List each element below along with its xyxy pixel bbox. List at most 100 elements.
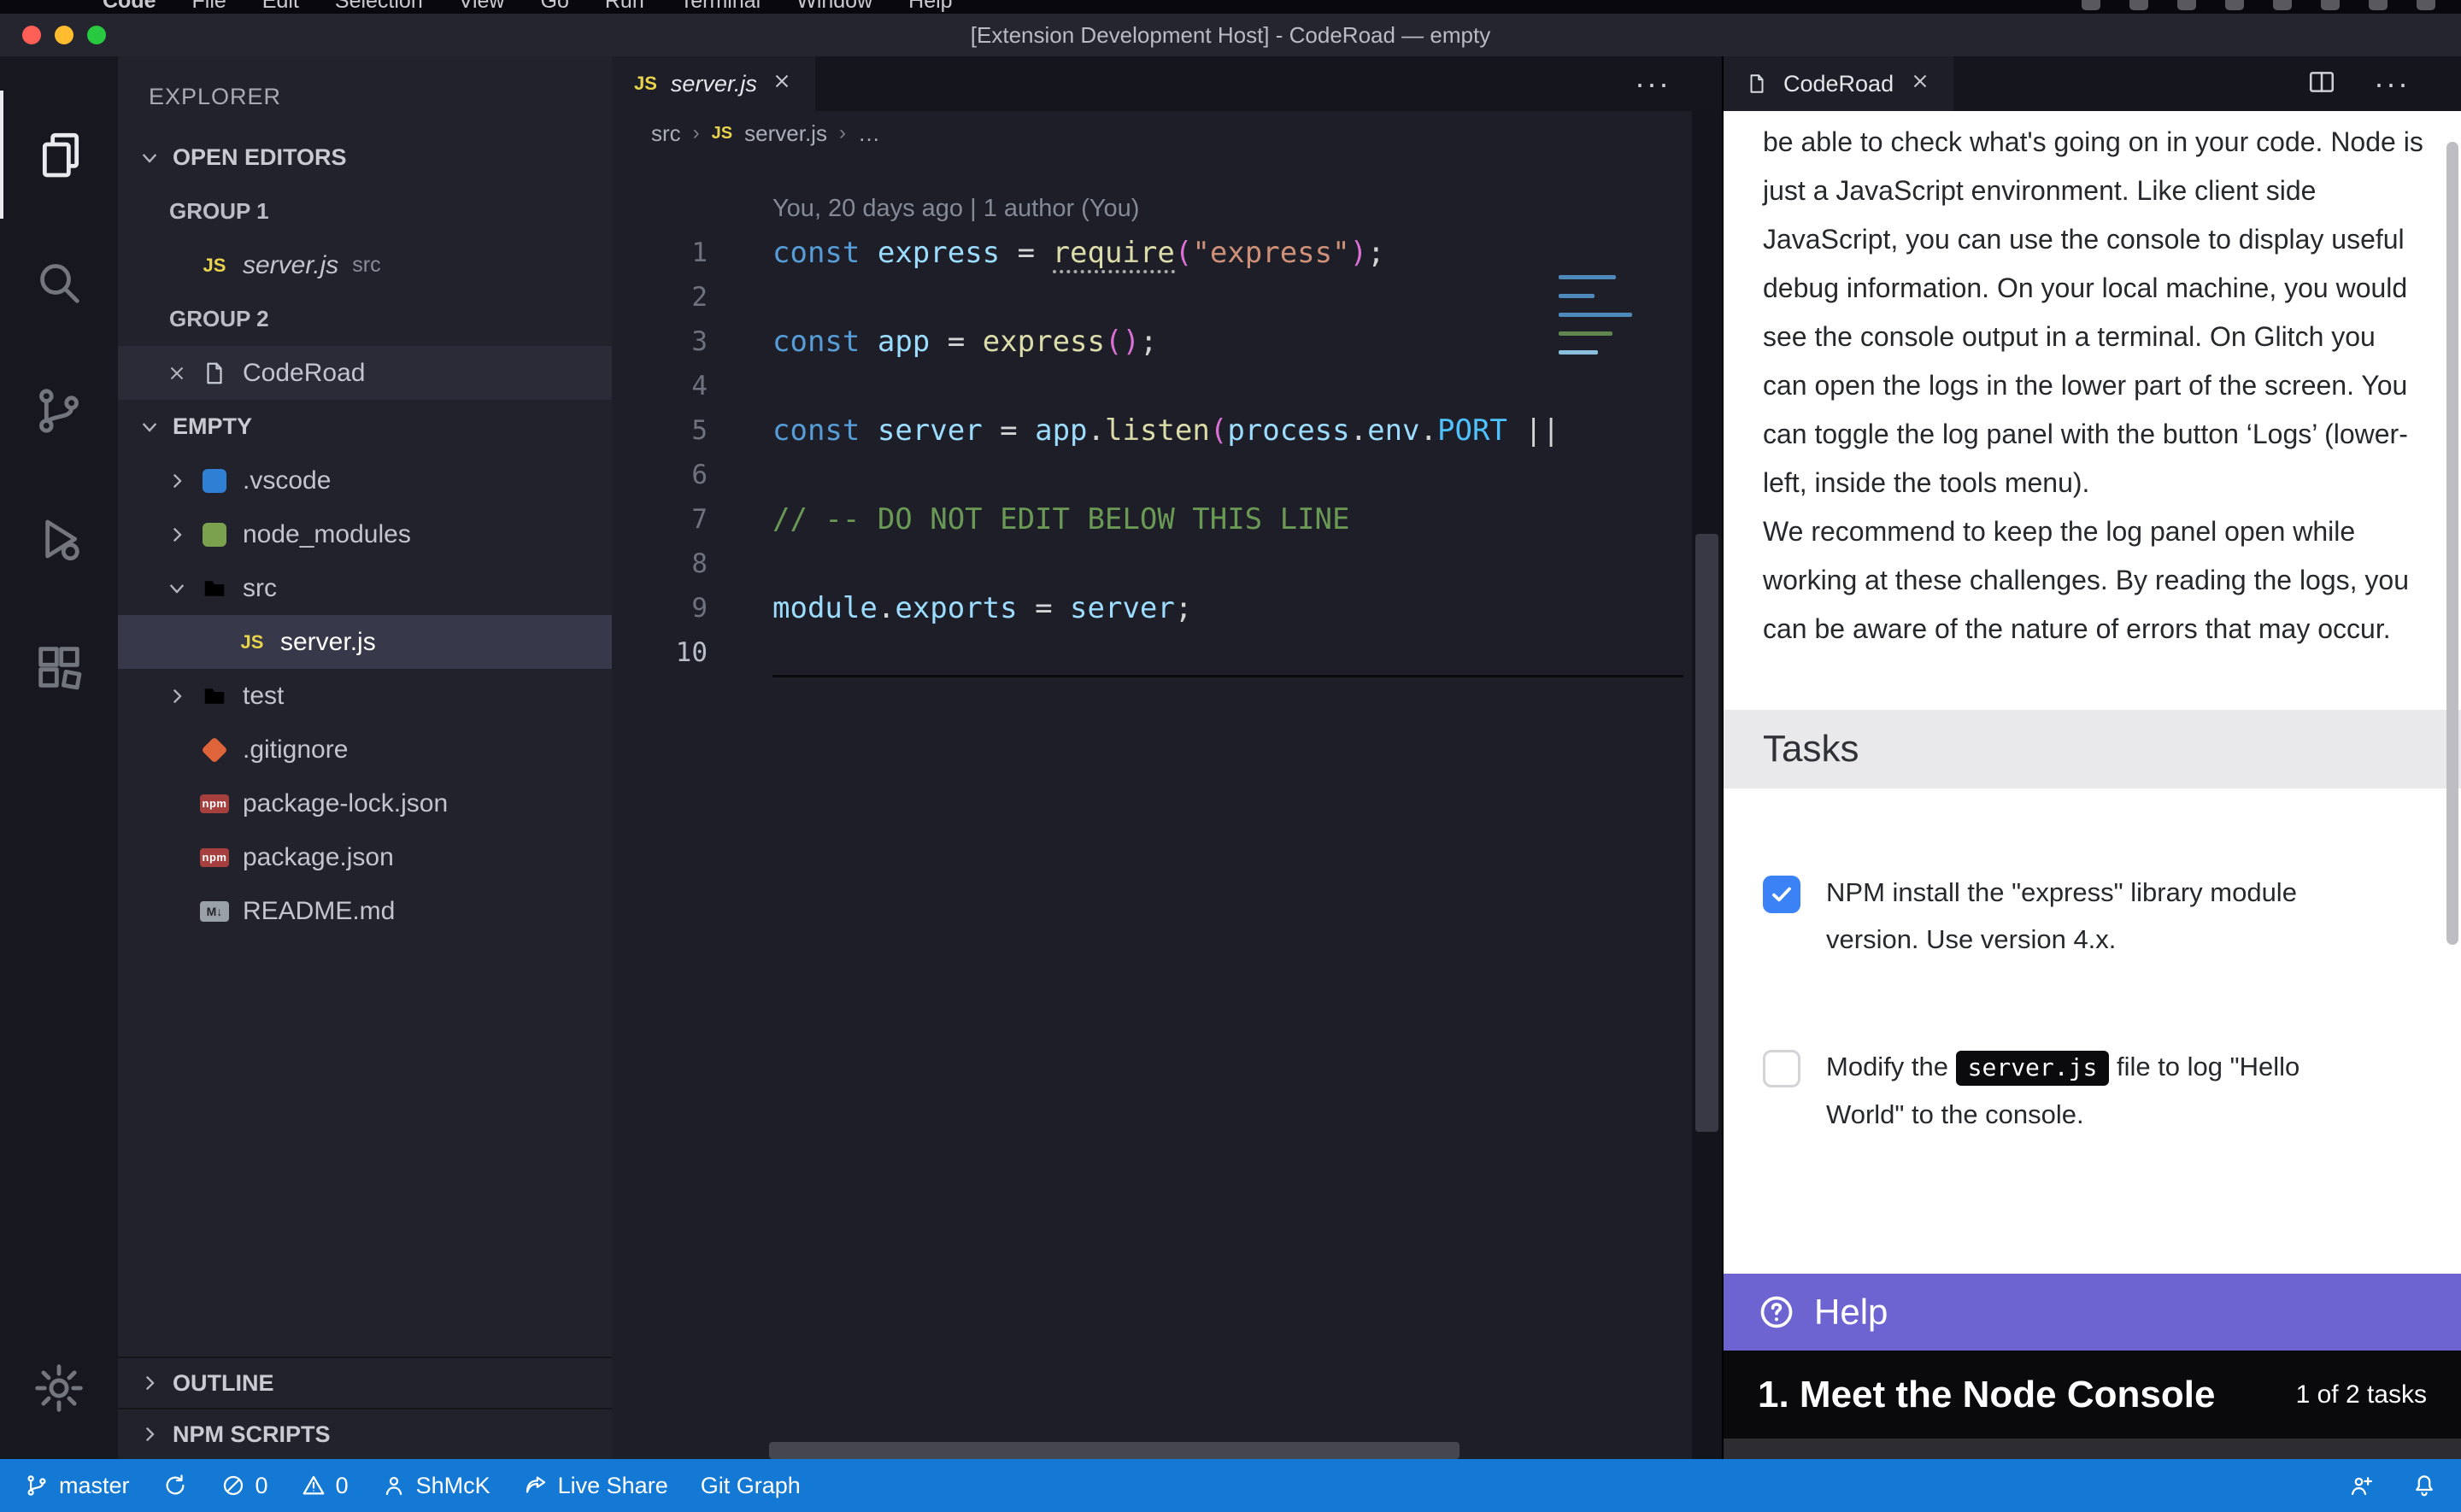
menu-selection[interactable]: Selection [335,0,423,14]
tab-server-js[interactable]: JS server.js [612,56,815,111]
status-shmck[interactable]: ShMcK [381,1473,490,1499]
status-git-graph[interactable]: Git Graph [701,1473,801,1499]
editor-horizontal-scrollbar[interactable] [612,1442,1692,1459]
task-item-1: NPM install the "express" library module… [1724,869,2461,963]
tree-item-test[interactable]: test [118,669,612,723]
tree-item-gitignore[interactable]: .gitignore [118,723,612,777]
sidebar-section-outline[interactable]: OUTLINE [118,1357,612,1408]
status-master[interactable]: master [24,1473,130,1499]
tree-item-package-lock-json[interactable]: npmpackage-lock.json [118,777,612,830]
tree-item-src[interactable]: src [118,561,612,615]
status-0[interactable]: 0 [301,1473,349,1499]
menu-file[interactable]: File [192,0,226,14]
sidebar-section-open-editors[interactable]: OPEN EDITORS [118,131,612,185]
status-label: Live Share [558,1473,668,1499]
branch-icon [24,1473,50,1498]
menu-code[interactable]: Code [103,0,156,14]
code-editor[interactable]: You, 20 days ago | 1 author (You) 1const… [612,155,1692,1442]
activity-run-debug-icon[interactable] [0,475,118,603]
activity-extensions-icon[interactable] [0,603,118,731]
menubar-status-icon[interactable] [2369,0,2388,10]
editor-more-actions-icon[interactable]: ··· [1635,66,1671,102]
menu-edit[interactable]: Edit [262,0,299,14]
chevron-right-icon [166,524,200,546]
minimap[interactable] [1559,275,1641,369]
split-editor-icon[interactable] [2307,67,2336,101]
section-label: OUTLINE [173,1370,274,1397]
status-person-add-icon[interactable] [2348,1473,2374,1498]
item-label: server.js [243,251,338,280]
tree-item-node-modules[interactable]: node_modules [118,507,612,561]
tree-item-package-json[interactable]: npmpackage.json [118,830,612,884]
breadcrumb-item-[interactable]: … [858,120,880,147]
section-label: NPM SCRIPTS [173,1421,331,1448]
tab-coderoad[interactable]: CodeRoad [1724,56,1953,111]
item-label: GROUP 1 [169,198,269,225]
menu-window[interactable]: Window [796,0,872,14]
sidebar-section-npm-scripts[interactable]: NPM SCRIPTS [118,1408,612,1459]
warning-icon [301,1473,326,1498]
titlebar[interactable]: [Extension Development Host] - CodeRoad … [0,14,2461,56]
menu-run[interactable]: Run [605,0,644,14]
status-bell-icon[interactable] [2411,1473,2437,1498]
activity-gear-icon[interactable] [0,1324,118,1452]
close-tab-icon[interactable] [1909,70,1931,98]
share-icon [523,1473,549,1498]
menubar-status-icon[interactable] [2225,0,2244,10]
tasks-header: Tasks [1724,710,2461,788]
status-0[interactable]: 0 [220,1473,268,1499]
node-modules-icon [200,520,229,549]
menubar-status-icon[interactable] [2273,0,2292,10]
menubar-status-icon[interactable] [2129,0,2148,10]
panel-tabbar: CodeRoad ··· [1724,56,2461,111]
task-text: Modify the server.js file to log "Hello … [1826,1043,2373,1138]
menubar-status-icon[interactable] [2177,0,2196,10]
help-section[interactable]: Help [1724,1274,2461,1351]
webview-scrollbar[interactable] [2446,142,2458,945]
menubar-status-icon[interactable] [2321,0,2340,10]
status-label: 0 [255,1473,268,1499]
breadcrumb[interactable]: src›JSserver.js›… [612,111,1722,155]
task-checkbox-checked[interactable] [1763,876,1800,913]
activity-search-icon[interactable] [0,219,118,347]
menu-go[interactable]: Go [541,0,569,14]
open-editors-group-group-1[interactable]: GROUP 1 [118,185,612,238]
lesson-footer[interactable]: 1. Meet the Node Console 1 of 2 tasks [1724,1351,2461,1439]
panel-more-actions-icon[interactable]: ··· [2374,66,2410,102]
menu-help[interactable]: Help [908,0,952,14]
menubar-status-icon[interactable] [2082,0,2100,10]
open-editors-group-group-2[interactable]: GROUP 2 [118,292,612,346]
activity-files-icon[interactable] [0,91,118,219]
breadcrumb-separator: › [693,121,700,145]
item-label: server.js [280,628,376,657]
status-label: Git Graph [701,1473,801,1499]
chevron-down-icon [138,416,173,438]
tree-item-server-js[interactable]: JSserver.jssrc [118,238,612,292]
status-live-share[interactable]: Live Share [523,1473,668,1499]
coderoad-webview: be able to check what's going on in your… [1724,111,2461,1459]
tree-item-readme-md[interactable]: M↓README.md [118,884,612,938]
status-sync-icon[interactable] [162,1473,188,1498]
close-editor-icon[interactable] [166,362,200,384]
close-tab-icon[interactable] [771,70,793,98]
tree-item-vscode[interactable]: .vscode [118,454,612,507]
task-item-2: Modify the server.js file to log "Hello … [1724,1043,2461,1138]
chevron-right-icon [138,1423,173,1445]
menu-view[interactable]: View [459,0,505,14]
breadcrumb-item-server-js[interactable]: server.js [744,120,827,147]
menu-terminal[interactable]: Terminal [680,0,761,14]
item-label: CodeRoad [243,359,365,388]
tree-item-coderoad[interactable]: CodeRoad [118,346,612,400]
editor-vertical-scrollbar[interactable] [1692,111,1722,1459]
activity-source-control-icon[interactable] [0,347,118,475]
menubar-status-icon[interactable] [2417,0,2435,10]
tree-item-server-js[interactable]: JSserver.js [118,615,612,669]
chevron-right-icon [138,1372,173,1394]
task-checkbox-unchecked[interactable] [1763,1050,1800,1087]
editor-group[interactable]: JS server.js ··· src›JSserver.js›… You, … [612,56,1722,1459]
person-icon [381,1473,407,1498]
breadcrumb-item-src[interactable]: src [651,120,681,147]
window-title: [Extension Development Host] - CodeRoad … [0,22,2461,49]
chevron-down-icon [166,577,200,600]
sidebar-section-empty[interactable]: EMPTY [118,400,612,454]
